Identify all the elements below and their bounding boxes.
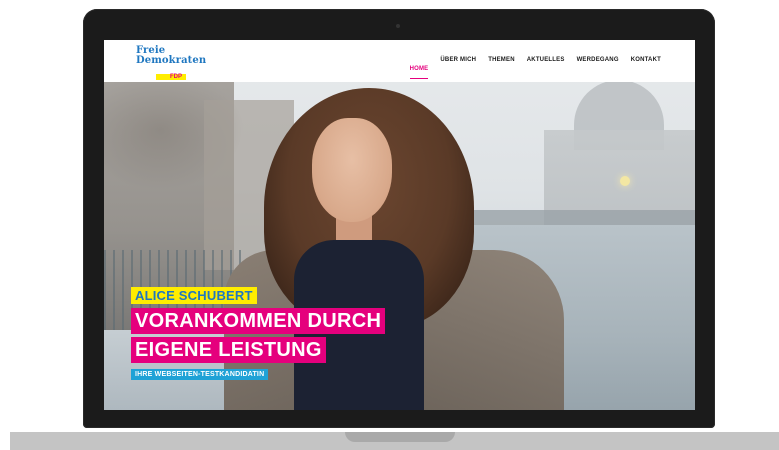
laptop-screen: Freie Demokraten FDP HOME ÜBER MICH THEM…	[104, 40, 695, 410]
laptop-base-notch	[345, 432, 455, 442]
street-lamp	[620, 176, 630, 186]
main-navigation: HOME ÜBER MICH THEMEN AKTUELLES WERDEGAN…	[409, 57, 661, 79]
hero-subtitle: IHRE WEBSEITEN-TESTKANDIDATIN	[131, 369, 269, 380]
site-header: Freie Demokraten FDP HOME ÜBER MICH THEM…	[104, 40, 695, 82]
nav-item-ueber-mich[interactable]: ÜBER MICH	[440, 57, 476, 75]
fdp-logo[interactable]: Freie Demokraten FDP	[136, 46, 206, 82]
hero-text-block: ALICE SCHUBERT VORANKOMMEN DURCH EIGENE …	[131, 287, 386, 381]
nav-item-themen[interactable]: THEMEN	[488, 57, 515, 75]
nav-item-kontakt[interactable]: KONTAKT	[631, 57, 661, 75]
headline-line-2: EIGENE LEISTUNG	[131, 337, 326, 363]
nav-item-home-wrap: HOME	[409, 57, 429, 79]
logo-line-2: Demokraten	[136, 55, 207, 66]
nav-item-aktuelles[interactable]: AKTUELLES	[527, 57, 565, 75]
headline-line-1: VORANKOMMEN DURCH	[131, 308, 386, 334]
nav-item-werdegang[interactable]: WERDEGANG	[577, 57, 619, 75]
webcam-icon	[396, 24, 400, 28]
candidate-name: ALICE SCHUBERT	[131, 287, 257, 304]
nav-active-underline	[409, 78, 429, 79]
logo-fdp-badge: FDP	[156, 74, 186, 80]
portrait-face	[312, 118, 392, 222]
nav-item-home[interactable]: HOME	[410, 66, 429, 72]
